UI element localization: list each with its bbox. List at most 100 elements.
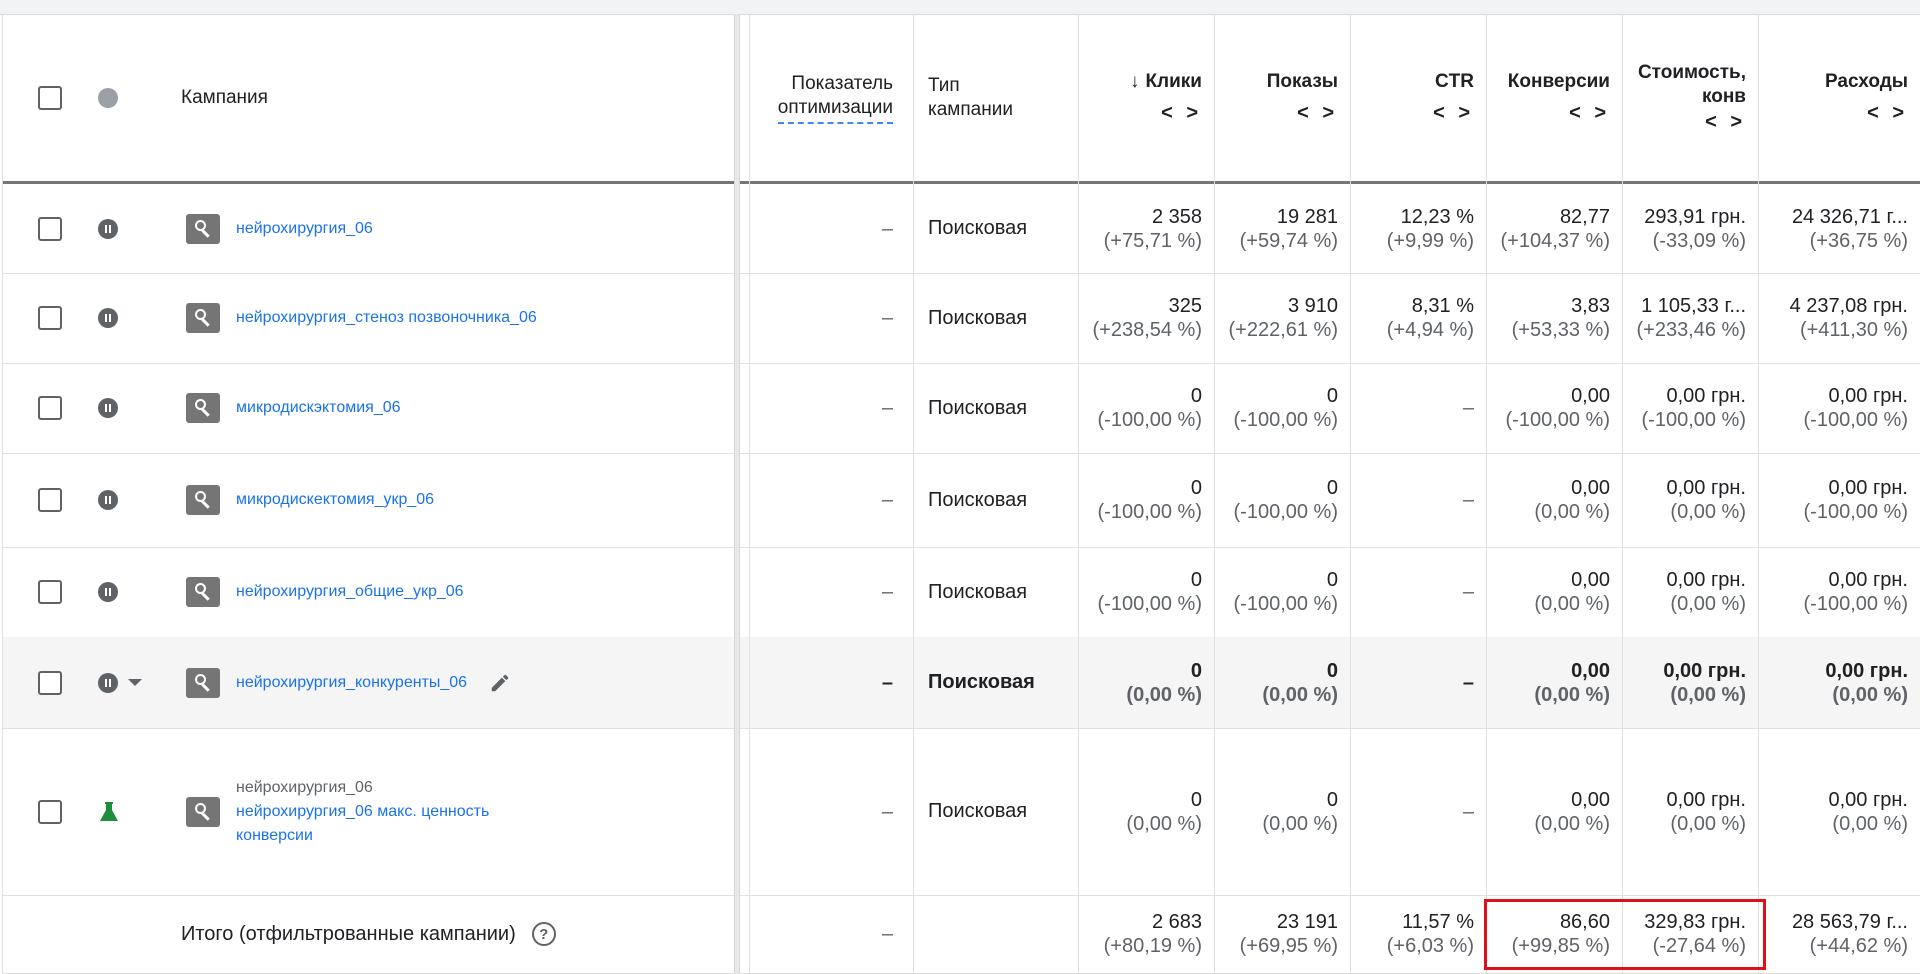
opt-score-cell: –: [881, 800, 893, 823]
row-select-cell[interactable]: [38, 637, 78, 728]
campaign-cell: микродискэктомия_06: [186, 363, 401, 453]
expand-arrows-icon[interactable]: < >: [1161, 102, 1202, 125]
col-cost-per-conv-line2: конв: [1701, 86, 1746, 107]
col-cost-per-conv-line1: Стоимость,: [1637, 62, 1746, 83]
row-checkbox[interactable]: [38, 306, 62, 330]
expand-arrows-icon[interactable]: < >: [1297, 102, 1338, 125]
cost-per-conv-cell: 0,00 грн. (-100,00 %): [1641, 385, 1747, 431]
table-row: микродискектомия_укр_06 – Поисковая 0 (-1…: [2, 453, 1920, 548]
select-all-checkbox[interactable]: [38, 85, 62, 110]
campaign-link[interactable]: нейрохирургия_06: [236, 220, 373, 238]
col-clicks-label: Клики: [1145, 71, 1202, 92]
row-status-dropdown[interactable]: [98, 637, 158, 728]
campaign-link[interactable]: нейрохирургия_конкуренты_06: [236, 674, 467, 692]
total-cost-per-conv-cell: 329,83 грн. (-27,64 %): [1644, 911, 1746, 957]
row-checkbox[interactable]: [38, 580, 62, 604]
status-circle-icon: [98, 87, 118, 108]
campaign-link[interactable]: микродискектомия_укр_06: [236, 491, 434, 509]
col-conversions[interactable]: Конверсии < >: [1486, 14, 1622, 181]
impressions-cell: 19 281 (+59,74 %): [1239, 205, 1338, 252]
campaign-link[interactable]: микродискэктомия_06: [236, 399, 401, 417]
col-type-line1: Тип: [928, 74, 960, 96]
expand-arrows-icon[interactable]: < >: [1569, 102, 1610, 125]
campaign-type-cell: Поисковая: [928, 488, 1028, 511]
expand-arrows-icon[interactable]: < >: [1867, 102, 1908, 125]
campaign-link[interactable]: нейрохирургия_общие_укр_06: [236, 583, 464, 601]
row-checkbox[interactable]: [38, 488, 62, 512]
row-status[interactable]: [98, 453, 128, 547]
row-checkbox[interactable]: [38, 799, 62, 824]
conversions-cell: 3,83 (+53,33 %): [1511, 295, 1610, 341]
expand-arrows-icon[interactable]: < >: [1705, 111, 1746, 134]
conversions-cell: 82,77 (+104,37 %): [1500, 205, 1610, 252]
base-campaign-name: нейрохирургия_06: [236, 778, 373, 796]
row-checkbox[interactable]: [38, 670, 62, 695]
paused-icon: [98, 490, 118, 510]
clicks-cell: 0 (-100,00 %): [1097, 385, 1203, 431]
campaign-cell: нейрохирургия_06: [186, 184, 373, 273]
row-status[interactable]: [98, 547, 128, 637]
totals-label: Итого (отфильтрованные кампании): [181, 922, 516, 945]
opt-score-cell: –: [881, 671, 893, 694]
chevron-down-icon[interactable]: [128, 679, 142, 686]
status-header[interactable]: [98, 14, 128, 181]
col-campaign[interactable]: Кампания: [181, 14, 581, 181]
cost-per-conv-cell: 0,00 грн. (0,00 %): [1666, 788, 1746, 835]
campaign-link-continued[interactable]: конверсии: [236, 824, 489, 848]
col-impressions[interactable]: Показы < >: [1214, 14, 1350, 181]
table-row: нейрохирургия_06 нейрохирургия_06 макс. …: [2, 728, 1920, 896]
col-type[interactable]: Тип кампании: [928, 14, 1088, 181]
paused-icon: [98, 672, 118, 693]
row-checkbox[interactable]: [38, 216, 62, 241]
row-select-cell[interactable]: [38, 547, 78, 637]
column-divider: [913, 14, 914, 973]
total-conversions-cell: 86,60 (+99,85 %): [1511, 911, 1610, 957]
campaign-link[interactable]: нейрохирургия_06 макс. ценность: [236, 800, 489, 824]
col-cost[interactable]: Расходы < >: [1758, 14, 1920, 181]
search-campaign-icon: [186, 213, 220, 244]
campaign-link[interactable]: нейрохирургия_стеноз позвоночника_06: [236, 309, 537, 327]
total-ctr-cell: 11,57 % (+6,03 %): [1386, 911, 1474, 957]
row-status[interactable]: [98, 728, 128, 895]
paused-icon: [98, 308, 118, 328]
frozen-column-divider[interactable]: [734, 14, 740, 973]
clicks-cell: 325 (+238,54 %): [1092, 295, 1202, 341]
total-cost-cell: 28 563,79 г... (+44,62 %): [1791, 911, 1908, 957]
col-opt-score-line1: Показатель: [791, 72, 893, 94]
ctr-cell: 12,23 % (+9,99 %): [1386, 205, 1474, 252]
help-icon[interactable]: ?: [531, 922, 556, 946]
clicks-cell: 2 358 (+75,71 %): [1103, 205, 1202, 252]
cost-cell: 0,00 грн. (0,00 %): [1825, 659, 1908, 706]
totals-row: Итого (отфильтрованные кампании) ? – 2 6…: [2, 895, 1920, 974]
row-select-cell[interactable]: [38, 184, 78, 273]
row-status[interactable]: [98, 363, 128, 453]
table-row: нейрохирургия_06 – Поисковая 2 358 (+75,7…: [2, 184, 1920, 274]
edit-pencil-icon[interactable]: [489, 672, 511, 694]
campaign-cell: нейрохирургия_конкуренты_06: [186, 637, 511, 728]
row-select-cell[interactable]: [38, 363, 78, 453]
row-select-cell[interactable]: [38, 453, 78, 547]
opt-score-cell: –: [881, 217, 893, 240]
col-opt-score[interactable]: Показатель оптимизации: [750, 14, 905, 181]
col-ctr[interactable]: CTR < >: [1350, 14, 1486, 181]
search-campaign-icon: [186, 667, 220, 698]
impressions-cell: 0 (-100,00 %): [1233, 569, 1339, 615]
campaign-type-cell: Поисковая: [928, 217, 1028, 239]
campaign-cell: микродискектомия_укр_06: [186, 453, 434, 547]
row-select-cell[interactable]: [38, 273, 78, 363]
table-row: нейрохирургия_стеноз позвоночника_06 – П…: [2, 273, 1920, 364]
expand-arrows-icon[interactable]: < >: [1433, 102, 1474, 125]
column-divider: [1078, 14, 1079, 973]
row-select-cell[interactable]: [38, 728, 78, 895]
clicks-cell: 0 (0,00 %): [1126, 659, 1202, 706]
col-clicks[interactable]: ↓ Клики < >: [1078, 14, 1214, 181]
row-checkbox[interactable]: [38, 396, 62, 420]
row-status[interactable]: [98, 273, 128, 363]
total-clicks-cell: 2 683 (+80,19 %): [1103, 911, 1202, 957]
col-cost-per-conv[interactable]: Стоимость, конв < >: [1622, 14, 1758, 181]
row-status[interactable]: [98, 184, 128, 273]
table-row: микродискэктомия_06 – Поисковая 0 (-100,0…: [2, 363, 1920, 454]
select-all-cell[interactable]: [38, 14, 78, 181]
column-divider: [1350, 14, 1351, 973]
search-campaign-icon: [186, 485, 220, 515]
